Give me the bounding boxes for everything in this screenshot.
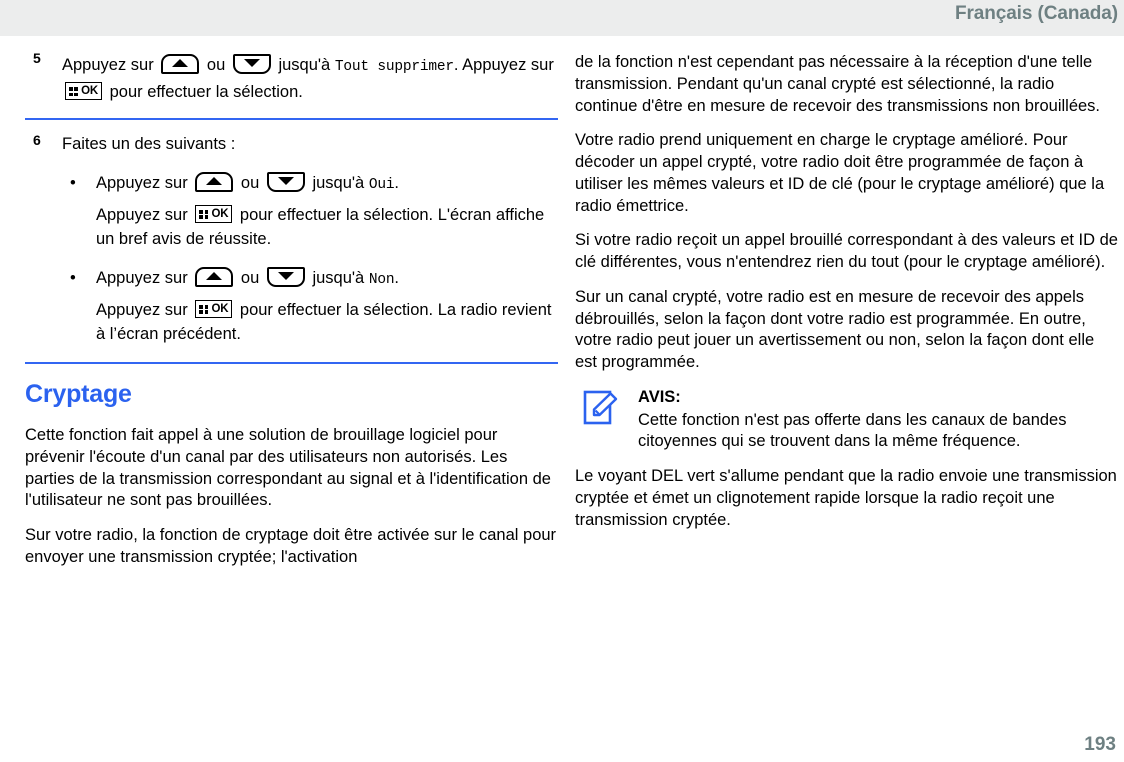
notepad-pencil-icon [582, 389, 622, 429]
bullet-1-text-1: Appuyez sur [96, 173, 188, 192]
step-5-text-5: Appuyez sur [462, 56, 554, 74]
step-6: 6 Faites un des suivants : • Appuyez sur… [25, 132, 558, 346]
note-title: AVIS: [638, 387, 681, 406]
arrow-up-key-icon [161, 54, 200, 74]
page-title: Cryptage [25, 380, 132, 409]
bullet-2-line: Appuyez sur ou jusqu'à Non. [96, 265, 558, 292]
ok-key-label: OK [211, 208, 229, 221]
menu-grid-icon [199, 305, 209, 314]
section-divider-2 [25, 362, 558, 365]
left-column: 5 Appuyez sur ou jusqu'à Tout supprimer.… [25, 50, 558, 582]
step-5-text: Appuyez sur ou jusqu'à Tout supprimer. A… [62, 52, 558, 106]
body-paragraph: Sur votre radio, la fonction de cryptage… [25, 526, 557, 566]
page-number: 193 [1084, 734, 1116, 755]
bullet-marker: • [70, 173, 76, 192]
note-block: AVIS: Cette fonction n'est pas offerte d… [575, 387, 1120, 453]
arrow-down-key-icon [266, 267, 305, 287]
body-paragraph: Si votre radio reçoit un appel brouillé … [575, 231, 1118, 272]
step-5-text-6: pour effectuer la sélection. [109, 83, 303, 102]
step-5: 5 Appuyez sur ou jusqu'à Tout supprimer.… [25, 50, 558, 106]
bullet-2-text-3: jusqu'à [312, 269, 365, 287]
section-divider-1 [25, 118, 558, 121]
step-6-number: 6 [33, 132, 41, 149]
step-6-intro: Faites un des suivants : [62, 135, 236, 154]
bullet-1-sub-1: Appuyez sur [96, 206, 188, 225]
bullet-2-screen-text: Non [368, 272, 395, 288]
step-6-bullet-1: • Appuyez sur ou jusqu'à Oui. Appuyez su… [62, 170, 558, 251]
bullet-2-text-4: . [394, 269, 399, 287]
bullet-2-sub-1: Appuyez sur [96, 301, 188, 320]
ok-key-label: OK [81, 85, 98, 98]
menu-ok-key-icon: OK [195, 205, 233, 224]
step-5-screen-text: Tout supprimer [334, 59, 454, 75]
arrow-down-key-icon [266, 171, 305, 192]
step-5-text-4: . [453, 56, 459, 74]
step-5-text-1: Appuyez sur [62, 56, 154, 74]
bullet-2-text-2: ou [240, 269, 260, 287]
bullet-1-text-2: ou [240, 173, 260, 192]
step-5-text-3: jusqu'à [278, 56, 331, 74]
step-6-bullet-2: • Appuyez sur ou jusqu'à Non. Appuyez su… [62, 265, 558, 346]
arrow-down-key-icon [232, 54, 271, 74]
step-5-text-2: ou [206, 56, 226, 74]
body-paragraph: Le voyant DEL vert s'allume pendant que … [575, 467, 1117, 529]
bullet-2-subtext: Appuyez sur OK pour effectuer la sélecti… [96, 299, 558, 346]
body-paragraph: Sur un canal crypté, votre radio est en … [575, 287, 1095, 372]
page-header-band: Français (Canada) [0, 0, 1124, 36]
bullet-1-screen-text: Oui [368, 176, 395, 193]
right-column: de la fonction n'est cependant pas néces… [575, 52, 1120, 545]
body-paragraph: Cette fonction fait appel à une solution… [25, 426, 551, 510]
arrow-up-key-icon [195, 171, 234, 192]
bullet-1-line: Appuyez sur ou jusqu'à Oui. [96, 170, 558, 197]
bullet-marker: • [70, 269, 76, 287]
menu-ok-key-icon: OK [195, 300, 233, 319]
menu-ok-key-icon: OK [65, 82, 102, 101]
ok-key-label: OK [211, 303, 229, 316]
bullet-1-text-4: . [394, 173, 399, 192]
bullet-1-text-3: jusqu'à [312, 173, 365, 192]
body-paragraph: de la fonction n'est cependant pas néces… [575, 53, 1101, 115]
bullet-1-subtext: Appuyez sur OK pour effectuer la sélecti… [96, 204, 558, 251]
body-paragraph: Votre radio prend uniquement en charge l… [575, 131, 1105, 215]
step-5-number: 5 [33, 50, 41, 66]
note-body: Cette fonction n'est pas offerte dans le… [638, 410, 1067, 451]
document-page: Français (Canada) 5 Appuyez sur ou jusqu… [0, 0, 1124, 762]
header-language-label: Français (Canada) [954, 3, 1118, 24]
menu-grid-icon [199, 210, 209, 219]
bullet-2-text-1: Appuyez sur [96, 269, 188, 287]
menu-grid-icon [69, 87, 78, 97]
arrow-up-key-icon [195, 267, 234, 287]
